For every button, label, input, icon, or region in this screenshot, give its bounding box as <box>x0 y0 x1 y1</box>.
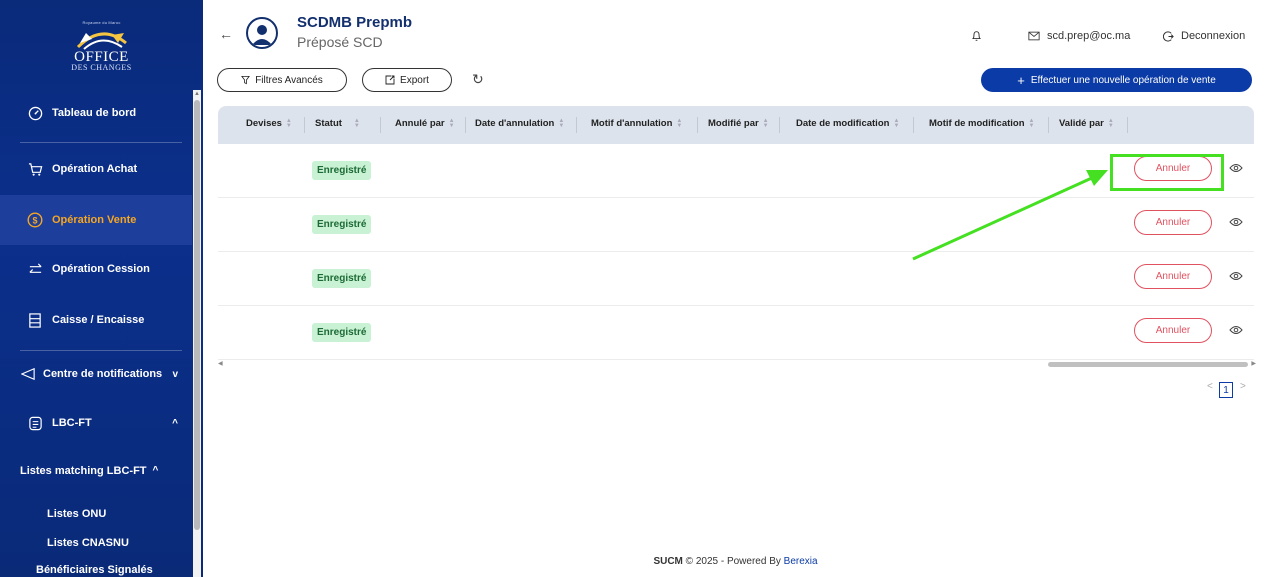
footer-copyright: © 2025 - Powered By <box>685 556 781 567</box>
footer-company-link[interactable]: Berexia <box>784 556 818 567</box>
footer-brand: SUCM <box>653 556 683 567</box>
annotation-arrow <box>912 170 1108 261</box>
footer: SUCM © 2025 - Powered By Berexia <box>203 556 1268 567</box>
